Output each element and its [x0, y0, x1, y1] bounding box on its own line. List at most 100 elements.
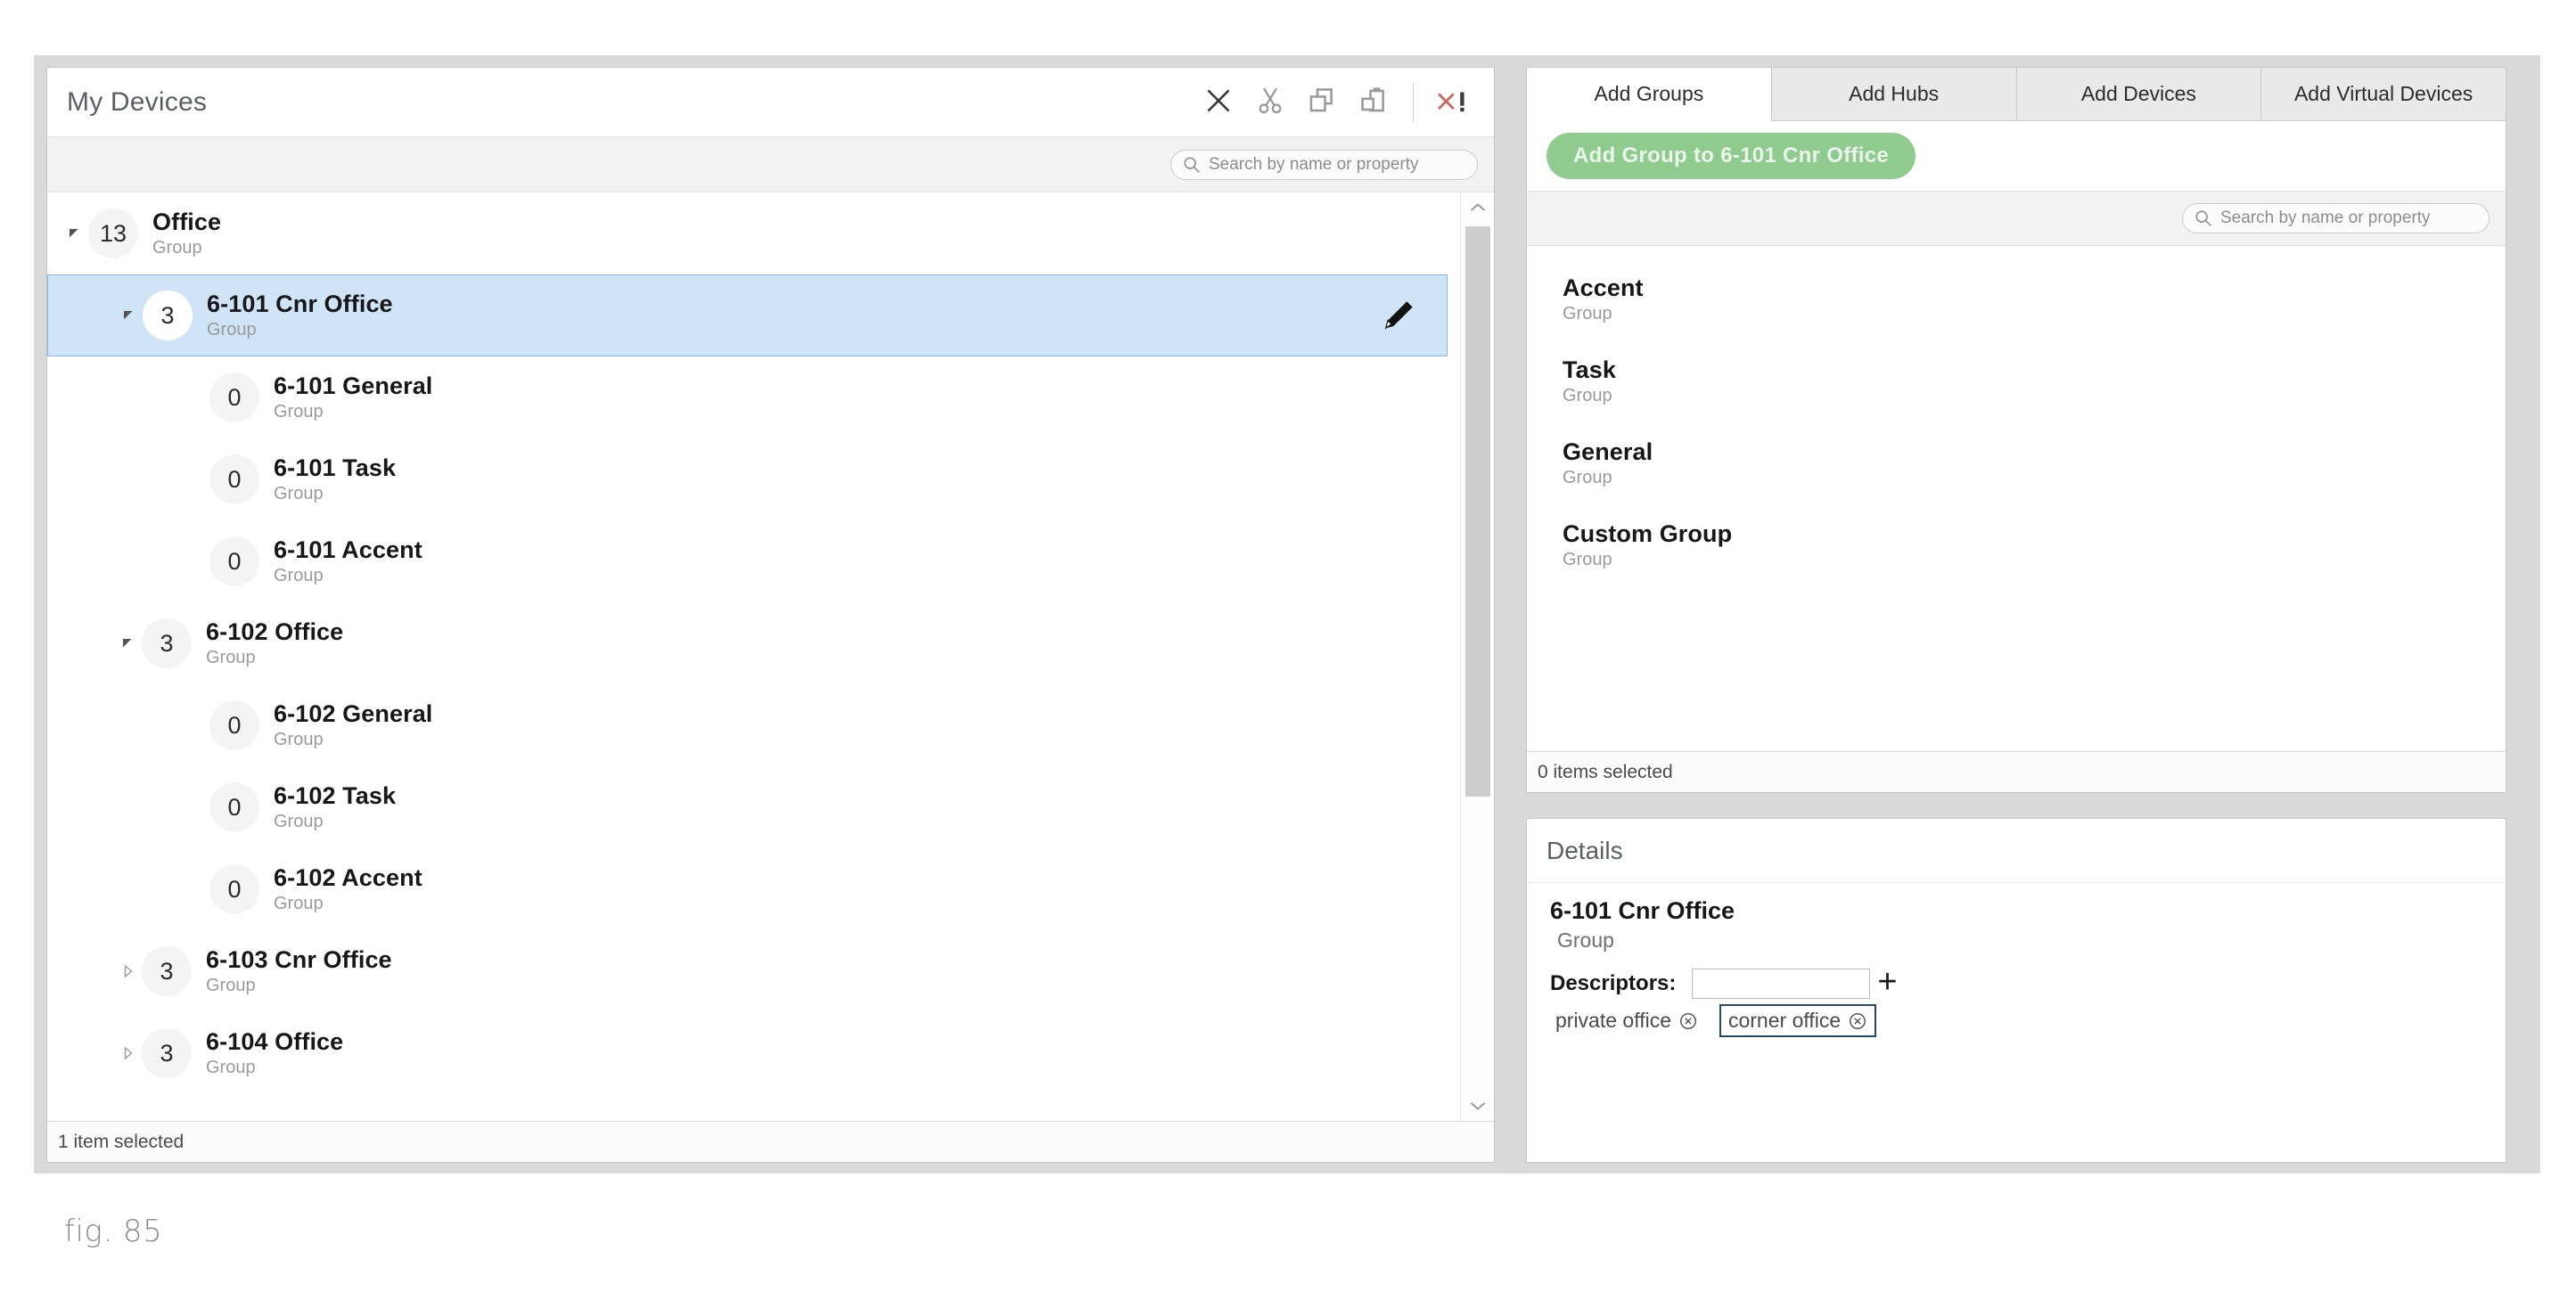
tree-row[interactable]: 3 6-104 Office Group [47, 1012, 1460, 1094]
child-count-badge: 0 [209, 700, 259, 750]
delete-button[interactable] [1195, 79, 1242, 126]
copy-button[interactable] [1299, 79, 1345, 126]
tree-item-name: 6-104 Office [206, 1028, 344, 1055]
descriptor-tag-label: corner office [1727, 1009, 1842, 1032]
tab-add-devices[interactable]: Add Devices [2016, 68, 2262, 120]
descriptor-tag[interactable]: private office [1550, 1006, 1703, 1035]
expand-arrow-closed-icon[interactable] [115, 963, 142, 979]
right-search-row: Search by name or property [1527, 191, 2506, 246]
tree-row[interactable]: 0 6-102 General Group [47, 684, 1460, 766]
remove-descriptor-icon[interactable] [1848, 1011, 1867, 1031]
left-status-bar: 1 item selected [47, 1121, 1494, 1162]
add-descriptor-button[interactable]: + [1877, 965, 1897, 999]
clear-errors-button[interactable] [1430, 79, 1476, 126]
details-title: Details [1546, 836, 1623, 864]
tree-row[interactable]: 0 6-102 Accent Group [47, 848, 1460, 930]
tab-add-virtual-devices[interactable]: Add Virtual Devices [2261, 68, 2506, 120]
list-item[interactable]: General Group [1527, 422, 2506, 504]
list-item-name: General [1563, 438, 1653, 465]
x-exclaim-icon [1436, 86, 1470, 120]
tree-row-labels: 6-104 Office Group [206, 1028, 344, 1077]
tree-item-name: 6-101 Task [274, 454, 397, 481]
list-item-type: Group [1563, 550, 1612, 569]
search-input[interactable]: Search by name or property [1170, 149, 1478, 180]
tree-row[interactable]: 0 6-101 Accent Group [47, 520, 1460, 602]
tree-item-type: Group [206, 976, 256, 995]
tree-scrollbar[interactable] [1460, 192, 1494, 1121]
add-items-tabstrip[interactable]: Add Groups Add Hubs Add Devices Add Virtual… [1527, 68, 2506, 121]
expand-arrow-open-icon[interactable] [116, 307, 143, 323]
tree-item-type: Group [274, 402, 324, 421]
tree-item-name: 6-101 Cnr Office [207, 290, 393, 317]
child-count-badge: 3 [142, 946, 192, 996]
child-count-badge: 3 [142, 618, 192, 668]
search-icon [1182, 155, 1202, 175]
tree-row[interactable]: 3 6-102 Office Group [47, 602, 1460, 684]
tree-row[interactable]: 0 6-102 Task Group [47, 766, 1460, 848]
child-count-badge: 3 [143, 290, 193, 340]
search-icon [2194, 209, 2213, 228]
tree-row-labels: 6-101 Accent Group [274, 538, 422, 585]
paste-icon [1358, 86, 1389, 120]
expand-arrow-open-icon[interactable] [62, 225, 88, 241]
tree-row[interactable]: 0 6-101 Task Group [47, 438, 1460, 520]
descriptors-label: Descriptors: [1550, 971, 1677, 995]
tree-row[interactable]: 3 6-103 Cnr Office Group [47, 930, 1460, 1012]
tree-row-labels: Office Group [152, 210, 221, 258]
tree-item-type: Group [274, 894, 324, 913]
list-item[interactable]: Task Group [1527, 340, 2506, 422]
tab-label: Add Devices [2080, 82, 2196, 105]
tree-item-type: Group [274, 566, 324, 585]
tree-item-name: 6-102 Office [206, 618, 344, 645]
available-groups-list[interactable]: Accent Group Task Group General Group Custom G… [1527, 246, 2506, 751]
tree-row[interactable]: 13 Office Group [47, 192, 1460, 274]
descriptor-input[interactable] [1692, 969, 1871, 999]
add-action-row: Add Group to 6-101 Cnr Office [1527, 121, 2506, 191]
tree-item-type: Group [206, 1058, 256, 1077]
tree-row[interactable]: 3 6-101 Cnr Office Group [47, 274, 1448, 356]
expand-arrow-closed-icon[interactable] [115, 1045, 142, 1061]
add-items-panel: Add Groups Add Hubs Add Devices Add Virtual… [1526, 67, 2506, 793]
descriptor-tag-label: private office [1555, 1009, 1671, 1032]
tree-row-labels: 6-101 Cnr Office Group [207, 292, 393, 339]
tree-item-type: Group [274, 484, 324, 503]
tree-row[interactable]: 0 6-101 General Group [47, 356, 1460, 438]
my-devices-panel: My Devices Search by name or property 13… [46, 67, 1495, 1163]
tree-row-labels: 6-102 Accent Group [274, 864, 422, 913]
remove-descriptor-icon[interactable] [1678, 1011, 1698, 1031]
tree-item-type: Group [274, 730, 324, 749]
list-item[interactable]: Accent Group [1527, 258, 2506, 340]
tab-label: Add Virtual Devices [2293, 82, 2473, 105]
tab-add-groups[interactable]: Add Groups [1527, 68, 1772, 121]
list-item[interactable]: Custom Group Group [1527, 504, 2506, 586]
scroll-down-arrow[interactable] [1461, 1091, 1494, 1121]
details-object-name: 6-101 Cnr Office [1550, 897, 1735, 924]
descriptor-tag[interactable]: corner office [1719, 1004, 1877, 1037]
descriptors-row: Descriptors: + [1550, 965, 2506, 999]
paste-button[interactable] [1350, 79, 1397, 126]
tree-item-name: 6-102 Accent [274, 864, 422, 891]
tree-row-labels: 6-102 Office Group [206, 618, 344, 667]
figure-caption: fig. 85 [64, 1214, 163, 1249]
tree-item-name: 6-101 Accent [274, 536, 422, 563]
left-search-row: Search by name or property [47, 137, 1494, 192]
tab-label: Add Hubs [1849, 82, 1940, 105]
cut-button[interactable] [1247, 79, 1293, 126]
tab-add-hubs[interactable]: Add Hubs [1771, 68, 2017, 120]
tab-label: Add Groups [1594, 82, 1704, 105]
details-object-type: Group [1557, 928, 1614, 952]
list-item-type: Group [1563, 386, 1612, 405]
list-item-name: Custom Group [1563, 520, 1733, 547]
device-tree-wrapper: 13 Office Group 3 6-101 Cnr Office Group 0 6-10… [47, 192, 1494, 1121]
device-tree[interactable]: 13 Office Group 3 6-101 Cnr Office Group 0 6-10… [47, 192, 1460, 1121]
right-search-input[interactable]: Search by name or property [2182, 203, 2490, 233]
scrollbar-thumb[interactable] [1465, 226, 1490, 797]
tree-item-name: 6-102 Task [274, 782, 397, 809]
details-panel: Details 6-101 Cnr Office Group Descripto… [1526, 818, 2506, 1163]
add-group-button[interactable]: Add Group to 6-101 Cnr Office [1546, 133, 1916, 179]
scroll-up-arrow[interactable] [1461, 192, 1494, 223]
child-count-badge: 0 [209, 782, 259, 832]
edit-pencil-button[interactable] [1381, 298, 1416, 333]
tree-row-labels: 6-103 Cnr Office Group [206, 948, 392, 995]
expand-arrow-open-icon[interactable] [115, 635, 142, 651]
